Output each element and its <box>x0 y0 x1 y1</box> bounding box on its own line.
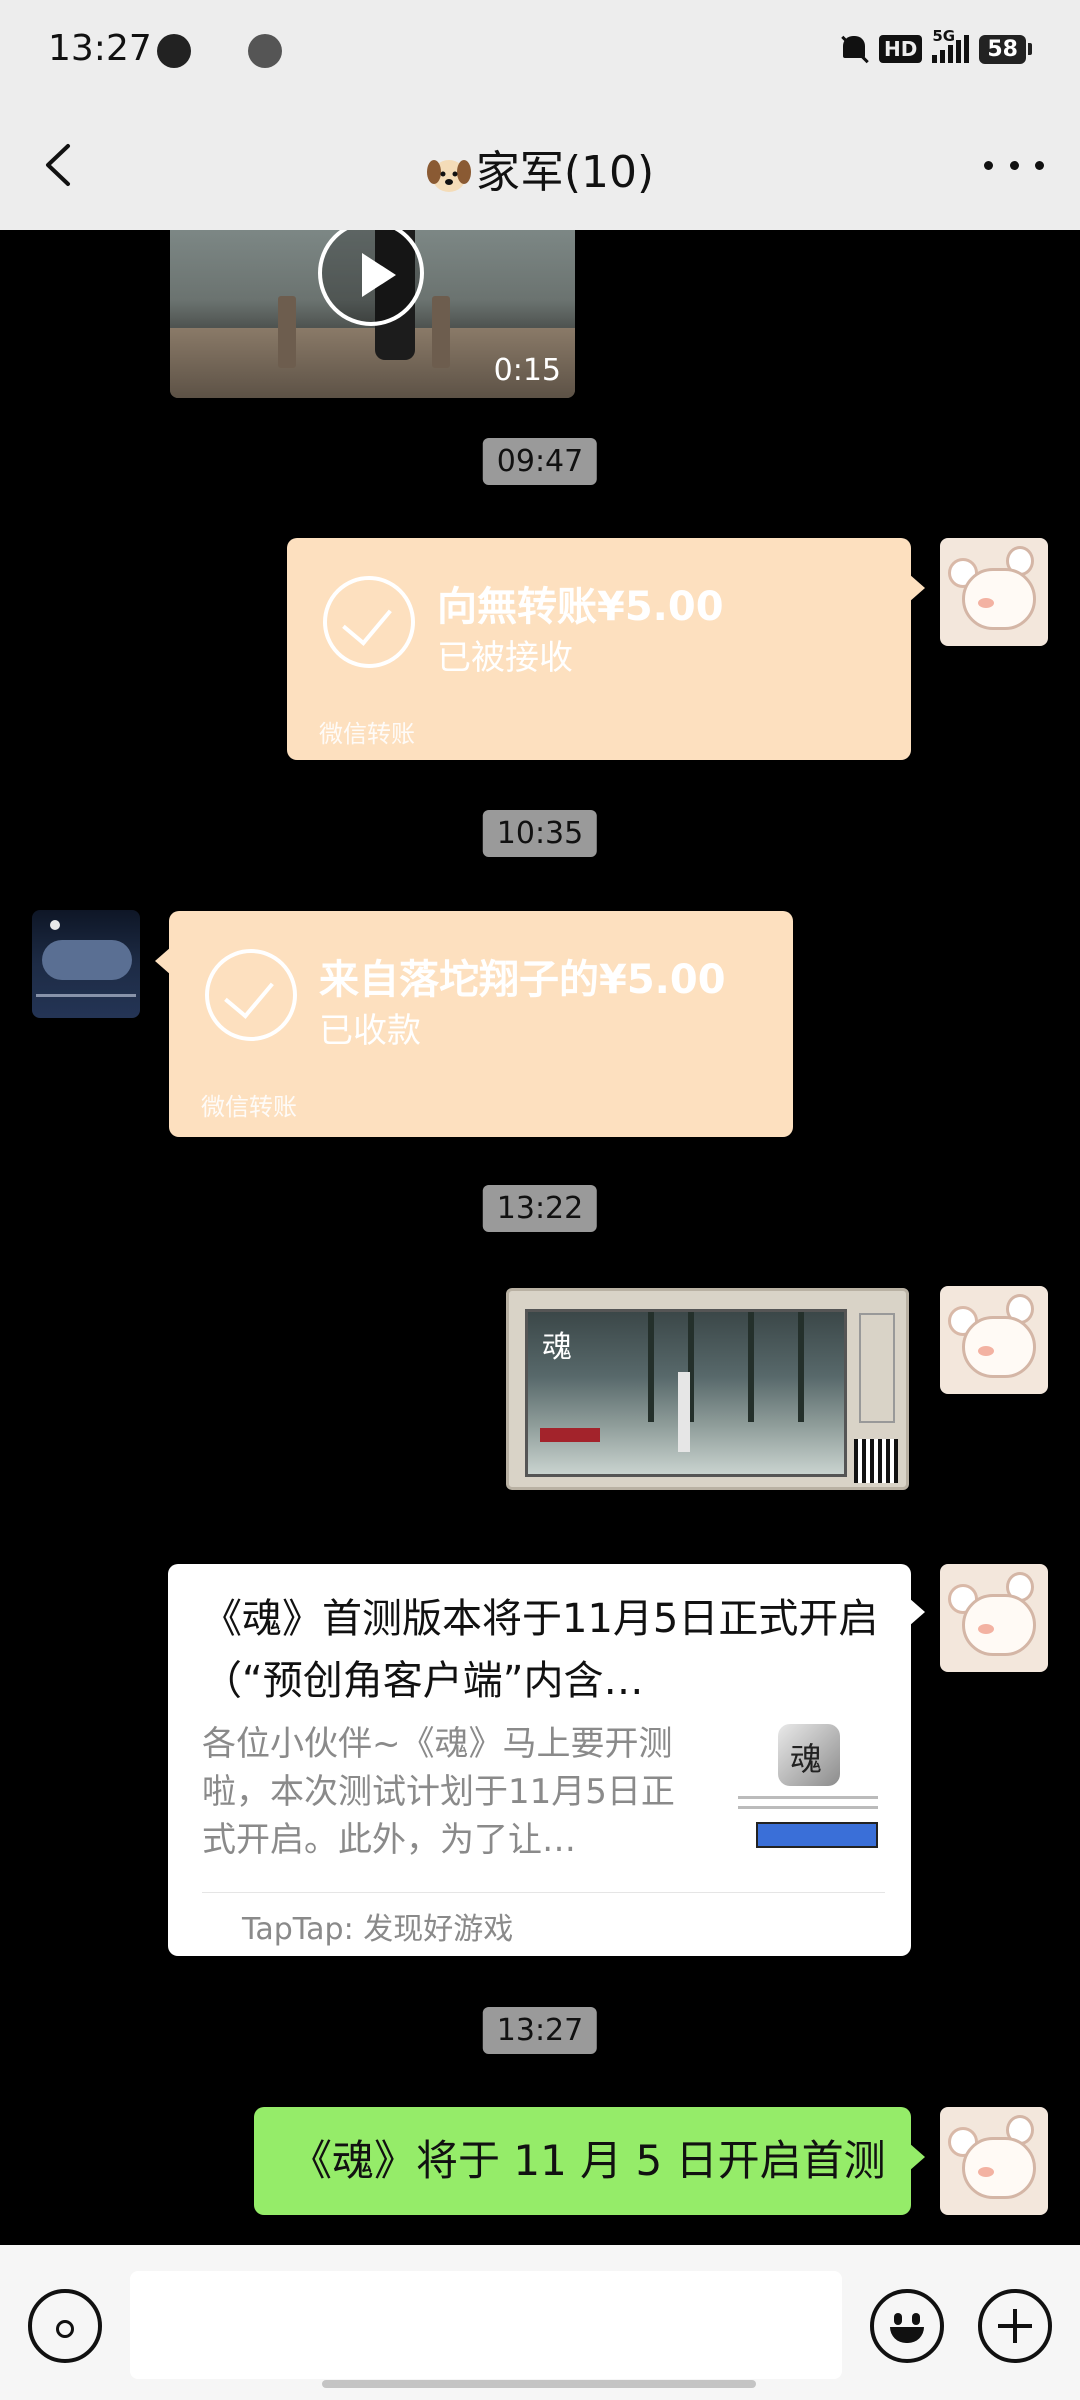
transfer-footer: 微信转账 <box>319 720 415 748</box>
my-avatar[interactable] <box>940 1286 1048 1394</box>
qr-code <box>854 1439 898 1483</box>
transfer-amount: 来自落坨翔子的¥5.00 <box>319 957 726 1003</box>
video-message[interactable]: 0:15 <box>170 230 575 398</box>
signal-icon: 5G <box>932 27 970 63</box>
sender-avatar[interactable] <box>32 910 140 1018</box>
text-message-sent[interactable]: 《魂》将于 11 月 5 日开启首测 <box>254 2107 925 2215</box>
link-description: 各位小伙伴~《魂》马上要开测啦，本次测试计划于11月5日正式开启。此外，为了让… <box>202 1724 675 1860</box>
link-source: TapTap: 发现好游戏 <box>242 1912 514 1947</box>
transfer-status: 已被接收 <box>437 638 573 678</box>
transfer-amount: 向無转账¥5.00 <box>437 584 724 630</box>
compass-icon <box>157 34 191 68</box>
status-time: 13:27 <box>48 28 152 69</box>
video-duration: 0:15 <box>493 353 561 388</box>
transfer-received-bubble[interactable]: 来自落坨翔子的¥5.00 已收款 微信转账 <box>155 911 793 1137</box>
game-logo: 魂 <box>542 1330 572 1365</box>
link-thumbnail <box>738 1724 878 1854</box>
timestamp: 13:22 <box>482 1185 598 1232</box>
input-bar <box>0 2245 1080 2400</box>
hd-badge: HD <box>879 35 923 63</box>
my-avatar[interactable] <box>940 2107 1048 2215</box>
more-options-icon[interactable] <box>984 150 1044 180</box>
my-avatar[interactable] <box>940 538 1048 646</box>
chat-title: 家军(10) <box>0 136 1080 200</box>
battery-level: 58 <box>979 34 1026 64</box>
timestamp: 09:47 <box>482 438 598 485</box>
message-text: 《魂》将于 11 月 5 日开启首测 <box>290 2136 886 2185</box>
app-icon <box>778 1724 840 1786</box>
status-bar: 13:27 HD 5G 58 <box>0 0 1080 100</box>
transfer-footer: 微信转账 <box>201 1093 297 1121</box>
link-card-message[interactable]: 《魂》首测版本将于11月5日正式开启（“预创角客户端”内含… 各位小伙伴~《魂》… <box>168 1564 925 1956</box>
mute-bell-icon <box>839 34 869 64</box>
voice-note-icon <box>248 34 282 68</box>
network-type: 5G <box>932 27 956 45</box>
battery-icon: 58 <box>979 34 1032 64</box>
image-message[interactable]: 魂 <box>506 1288 909 1490</box>
chat-title-text: 家军(10) <box>475 147 655 198</box>
voice-input-icon[interactable] <box>28 2289 102 2363</box>
timestamp: 13:27 <box>482 2007 598 2054</box>
emoji-icon[interactable] <box>870 2289 944 2363</box>
check-icon <box>323 576 415 668</box>
add-more-icon[interactable] <box>978 2289 1052 2363</box>
timestamp: 10:35 <box>482 810 598 857</box>
dog-face-icon <box>426 160 471 192</box>
chat-header: 家军(10) <box>0 100 1080 230</box>
transfer-sent-bubble[interactable]: 向無转账¥5.00 已被接收 微信转账 <box>287 538 925 760</box>
my-avatar[interactable] <box>940 1564 1048 1672</box>
message-input[interactable] <box>130 2271 842 2379</box>
game-screenshot: 魂 <box>525 1309 847 1477</box>
status-indicators: HD 5G 58 <box>839 27 1032 64</box>
message-list[interactable]: 0:15 09:47 向無转账¥5.00 已被接收 微信转账 10:35 来自落… <box>0 230 1080 2245</box>
check-icon <box>205 949 297 1041</box>
link-title: 《魂》首测版本将于11月5日正式开启（“预创角客户端”内含… <box>202 1596 879 1704</box>
transfer-status: 已收款 <box>319 1011 421 1051</box>
home-indicator[interactable] <box>322 2380 756 2388</box>
